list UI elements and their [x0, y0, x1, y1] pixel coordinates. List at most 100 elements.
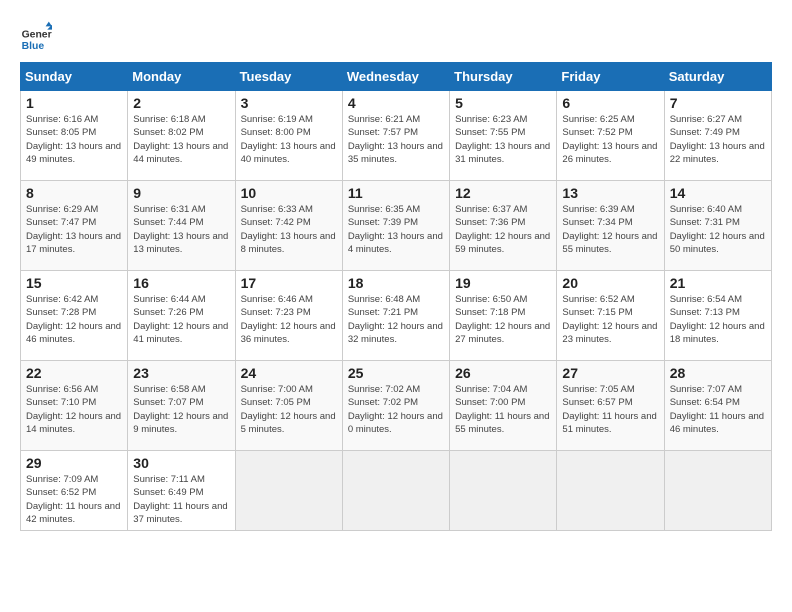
calendar-cell	[450, 451, 557, 531]
day-number: 24	[241, 365, 337, 381]
day-detail: Sunrise: 6:19 AMSunset: 8:00 PMDaylight:…	[241, 113, 337, 166]
header-row: SundayMondayTuesdayWednesdayThursdayFrid…	[21, 63, 772, 91]
calendar-cell: 6 Sunrise: 6:25 AMSunset: 7:52 PMDaylight…	[557, 91, 664, 181]
day-number: 27	[562, 365, 658, 381]
svg-text:General: General	[22, 30, 52, 41]
calendar-cell: 23 Sunrise: 6:58 AMSunset: 7:07 PMDayligh…	[128, 361, 235, 451]
calendar-cell: 4 Sunrise: 6:21 AMSunset: 7:57 PMDaylight…	[342, 91, 449, 181]
day-detail: Sunrise: 7:09 AMSunset: 6:52 PMDaylight:…	[26, 473, 122, 526]
day-number: 22	[26, 365, 122, 381]
day-number: 12	[455, 185, 551, 201]
calendar-cell	[342, 451, 449, 531]
week-row-0: 1 Sunrise: 6:16 AMSunset: 8:05 PMDaylight…	[21, 91, 772, 181]
day-number: 7	[670, 95, 766, 111]
day-number: 5	[455, 95, 551, 111]
calendar-cell: 27 Sunrise: 7:05 AMSunset: 6:57 PMDayligh…	[557, 361, 664, 451]
day-detail: Sunrise: 6:31 AMSunset: 7:44 PMDaylight:…	[133, 203, 229, 256]
day-number: 2	[133, 95, 229, 111]
day-detail: Sunrise: 6:42 AMSunset: 7:28 PMDaylight:…	[26, 293, 122, 346]
day-detail: Sunrise: 6:56 AMSunset: 7:10 PMDaylight:…	[26, 383, 122, 436]
day-number: 25	[348, 365, 444, 381]
day-number: 1	[26, 95, 122, 111]
calendar-cell: 11Sunrise: 6:35 AMSunset: 7:39 PMDayligh…	[342, 181, 449, 271]
calendar-table: SundayMondayTuesdayWednesdayThursdayFrid…	[20, 62, 772, 531]
day-number: 30	[133, 455, 229, 471]
day-detail: Sunrise: 7:04 AMSunset: 7:00 PMDaylight:…	[455, 383, 551, 436]
day-detail: Sunrise: 6:21 AMSunset: 7:57 PMDaylight:…	[348, 113, 444, 166]
header-friday: Friday	[557, 63, 664, 91]
day-detail: Sunrise: 7:05 AMSunset: 6:57 PMDaylight:…	[562, 383, 658, 436]
day-number: 28	[670, 365, 766, 381]
day-detail: Sunrise: 6:18 AMSunset: 8:02 PMDaylight:…	[133, 113, 229, 166]
calendar-cell: 3 Sunrise: 6:19 AMSunset: 8:00 PMDaylight…	[235, 91, 342, 181]
day-detail: Sunrise: 6:54 AMSunset: 7:13 PMDaylight:…	[670, 293, 766, 346]
day-number: 15	[26, 275, 122, 291]
calendar-cell: 18Sunrise: 6:48 AMSunset: 7:21 PMDayligh…	[342, 271, 449, 361]
day-number: 26	[455, 365, 551, 381]
calendar-cell: 21 Sunrise: 6:54 AMSunset: 7:13 PMDayligh…	[664, 271, 771, 361]
calendar-cell: 22 Sunrise: 6:56 AMSunset: 7:10 PMDayligh…	[21, 361, 128, 451]
day-number: 17	[241, 275, 337, 291]
calendar-cell: 16 Sunrise: 6:44 AMSunset: 7:26 PMDayligh…	[128, 271, 235, 361]
week-row-2: 15 Sunrise: 6:42 AMSunset: 7:28 PMDayligh…	[21, 271, 772, 361]
header-sunday: Sunday	[21, 63, 128, 91]
day-detail: Sunrise: 7:00 AMSunset: 7:05 PMDaylight:…	[241, 383, 337, 436]
calendar-cell: 28 Sunrise: 7:07 AMSunset: 6:54 PMDayligh…	[664, 361, 771, 451]
calendar-cell: 12 Sunrise: 6:37 AMSunset: 7:36 PMDayligh…	[450, 181, 557, 271]
header-tuesday: Tuesday	[235, 63, 342, 91]
calendar-cell: 1 Sunrise: 6:16 AMSunset: 8:05 PMDaylight…	[21, 91, 128, 181]
day-detail: Sunrise: 6:37 AMSunset: 7:36 PMDaylight:…	[455, 203, 551, 256]
day-detail: Sunrise: 6:58 AMSunset: 7:07 PMDaylight:…	[133, 383, 229, 436]
header-thursday: Thursday	[450, 63, 557, 91]
calendar-cell: 8 Sunrise: 6:29 AMSunset: 7:47 PMDaylight…	[21, 181, 128, 271]
calendar-cell: 19 Sunrise: 6:50 AMSunset: 7:18 PMDayligh…	[450, 271, 557, 361]
day-detail: Sunrise: 6:50 AMSunset: 7:18 PMDaylight:…	[455, 293, 551, 346]
day-number: 16	[133, 275, 229, 291]
calendar-cell: 25 Sunrise: 7:02 AMSunset: 7:02 PMDayligh…	[342, 361, 449, 451]
day-detail: Sunrise: 6:29 AMSunset: 7:47 PMDaylight:…	[26, 203, 122, 256]
day-number: 14	[670, 185, 766, 201]
day-number: 8	[26, 185, 122, 201]
day-number: 10	[241, 185, 337, 201]
day-detail: Sunrise: 6:25 AMSunset: 7:52 PMDaylight:…	[562, 113, 658, 166]
day-number: 20	[562, 275, 658, 291]
page-header: General Blue	[20, 20, 772, 52]
calendar-cell: 20 Sunrise: 6:52 AMSunset: 7:15 PMDayligh…	[557, 271, 664, 361]
day-detail: Sunrise: 6:52 AMSunset: 7:15 PMDaylight:…	[562, 293, 658, 346]
day-number: 19	[455, 275, 551, 291]
calendar-cell: 30Sunrise: 7:11 AMSunset: 6:49 PMDayligh…	[128, 451, 235, 531]
day-detail: Sunrise: 7:02 AMSunset: 7:02 PMDaylight:…	[348, 383, 444, 436]
header-wednesday: Wednesday	[342, 63, 449, 91]
svg-text:Blue: Blue	[22, 41, 45, 52]
week-row-3: 22 Sunrise: 6:56 AMSunset: 7:10 PMDayligh…	[21, 361, 772, 451]
day-detail: Sunrise: 7:07 AMSunset: 6:54 PMDaylight:…	[670, 383, 766, 436]
calendar-cell: 29 Sunrise: 7:09 AMSunset: 6:52 PMDayligh…	[21, 451, 128, 531]
day-number: 23	[133, 365, 229, 381]
calendar-cell: 15 Sunrise: 6:42 AMSunset: 7:28 PMDayligh…	[21, 271, 128, 361]
week-row-4: 29 Sunrise: 7:09 AMSunset: 6:52 PMDayligh…	[21, 451, 772, 531]
calendar-cell: 5 Sunrise: 6:23 AMSunset: 7:55 PMDaylight…	[450, 91, 557, 181]
day-detail: Sunrise: 6:16 AMSunset: 8:05 PMDaylight:…	[26, 113, 122, 166]
day-number: 3	[241, 95, 337, 111]
day-detail: Sunrise: 6:33 AMSunset: 7:42 PMDaylight:…	[241, 203, 337, 256]
day-detail: Sunrise: 6:44 AMSunset: 7:26 PMDaylight:…	[133, 293, 229, 346]
day-number: 21	[670, 275, 766, 291]
day-detail: Sunrise: 6:39 AMSunset: 7:34 PMDaylight:…	[562, 203, 658, 256]
calendar-cell: 10 Sunrise: 6:33 AMSunset: 7:42 PMDayligh…	[235, 181, 342, 271]
header-monday: Monday	[128, 63, 235, 91]
day-detail: Sunrise: 6:27 AMSunset: 7:49 PMDaylight:…	[670, 113, 766, 166]
day-number: 29	[26, 455, 122, 471]
logo-icon: General Blue	[20, 20, 52, 52]
day-number: 6	[562, 95, 658, 111]
logo: General Blue	[20, 20, 52, 52]
day-detail: Sunrise: 6:40 AMSunset: 7:31 PMDaylight:…	[670, 203, 766, 256]
week-row-1: 8 Sunrise: 6:29 AMSunset: 7:47 PMDaylight…	[21, 181, 772, 271]
day-number: 18	[348, 275, 444, 291]
day-detail: Sunrise: 6:23 AMSunset: 7:55 PMDaylight:…	[455, 113, 551, 166]
calendar-cell: 26 Sunrise: 7:04 AMSunset: 7:00 PMDayligh…	[450, 361, 557, 451]
day-detail: Sunrise: 6:46 AMSunset: 7:23 PMDaylight:…	[241, 293, 337, 346]
calendar-cell: 7 Sunrise: 6:27 AMSunset: 7:49 PMDaylight…	[664, 91, 771, 181]
calendar-cell	[664, 451, 771, 531]
calendar-cell: 13Sunrise: 6:39 AMSunset: 7:34 PMDayligh…	[557, 181, 664, 271]
day-number: 4	[348, 95, 444, 111]
